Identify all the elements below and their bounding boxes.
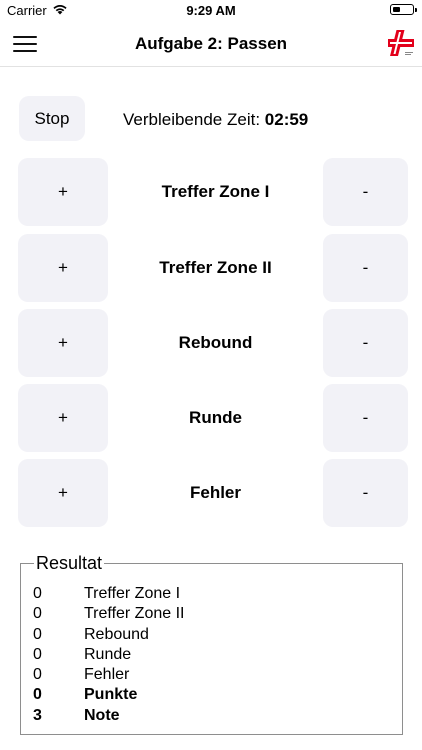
counter-row-runde: + Runde - [0, 384, 422, 452]
result-value: 0 [33, 666, 42, 684]
remaining-time-label: Verbleibende Zeit: [123, 110, 261, 129]
result-label: Rebound [84, 625, 149, 643]
counter-row-treffer-zone-1: + Treffer Zone I - [0, 158, 422, 226]
stop-button[interactable]: Stop [19, 96, 85, 141]
counter-label: Treffer Zone I [161, 182, 270, 201]
result-row-runde: 0 Runde [33, 645, 373, 665]
decrement-button[interactable]: - [323, 309, 408, 377]
counter-label: Rebound [178, 333, 253, 352]
result-row-treffer-zone-2: 0 Treffer Zone II [33, 604, 373, 624]
result-label: Punkte [84, 686, 138, 704]
result-row-rebound: 0 Rebound [33, 625, 373, 645]
counter-row-rebound: + Rebound - [0, 309, 422, 377]
battery-icon [390, 4, 417, 15]
increment-button[interactable]: + [18, 309, 108, 377]
result-row-note: 3 Note [33, 706, 373, 726]
result-label: Treffer Zone I [84, 585, 181, 602]
decrement-button[interactable]: - [323, 158, 408, 226]
result-list: 0 Treffer Zone I 0 Treffer Zone II 0 Reb… [33, 584, 373, 726]
remaining-time-value: 02:59 [264, 110, 309, 129]
result-label: Fehler [84, 666, 130, 684]
status-bar: Carrier 9:29 AM [0, 0, 422, 22]
result-box: Resultat 0 Treffer Zone I 0 Treffer Zone… [20, 553, 403, 735]
decrement-button[interactable]: - [323, 384, 408, 452]
increment-button[interactable]: + [18, 234, 108, 302]
red-cross-logo-icon [388, 30, 414, 56]
remaining-time: Verbleibende Zeit: 02:59 [123, 110, 308, 130]
result-row-punkte: 0 Punkte [33, 685, 373, 705]
result-label: Treffer Zone II [84, 605, 185, 623]
result-value: 0 [33, 645, 42, 663]
increment-button[interactable]: + [18, 384, 108, 452]
counter-label: Runde [189, 408, 242, 427]
increment-button[interactable]: + [18, 158, 108, 226]
result-label: Note [84, 706, 120, 724]
counter-row-treffer-zone-2: + Treffer Zone II - [0, 234, 422, 302]
counter-row-fehler: + Fehler - [0, 459, 422, 527]
result-row-treffer-zone-1: 0 Treffer Zone I [33, 584, 373, 604]
result-label: Runde [84, 645, 132, 663]
decrement-button[interactable]: - [323, 234, 408, 302]
result-row-fehler: 0 Fehler [33, 665, 373, 685]
result-value: 3 [33, 706, 42, 724]
increment-button[interactable]: + [18, 459, 108, 527]
clock-time: 9:29 AM [186, 3, 236, 18]
result-value: 0 [33, 625, 42, 643]
page-title: Aufgabe 2: Passen [134, 34, 288, 53]
result-value: 0 [33, 686, 42, 704]
result-title: Resultat [34, 553, 105, 573]
decrement-button[interactable]: - [323, 459, 408, 527]
navigation-bar: Aufgabe 2: Passen [0, 22, 422, 67]
result-value: 0 [33, 585, 42, 602]
counter-label: Treffer Zone II [159, 258, 272, 277]
result-value: 0 [33, 605, 42, 623]
counter-label: Fehler [189, 483, 242, 502]
